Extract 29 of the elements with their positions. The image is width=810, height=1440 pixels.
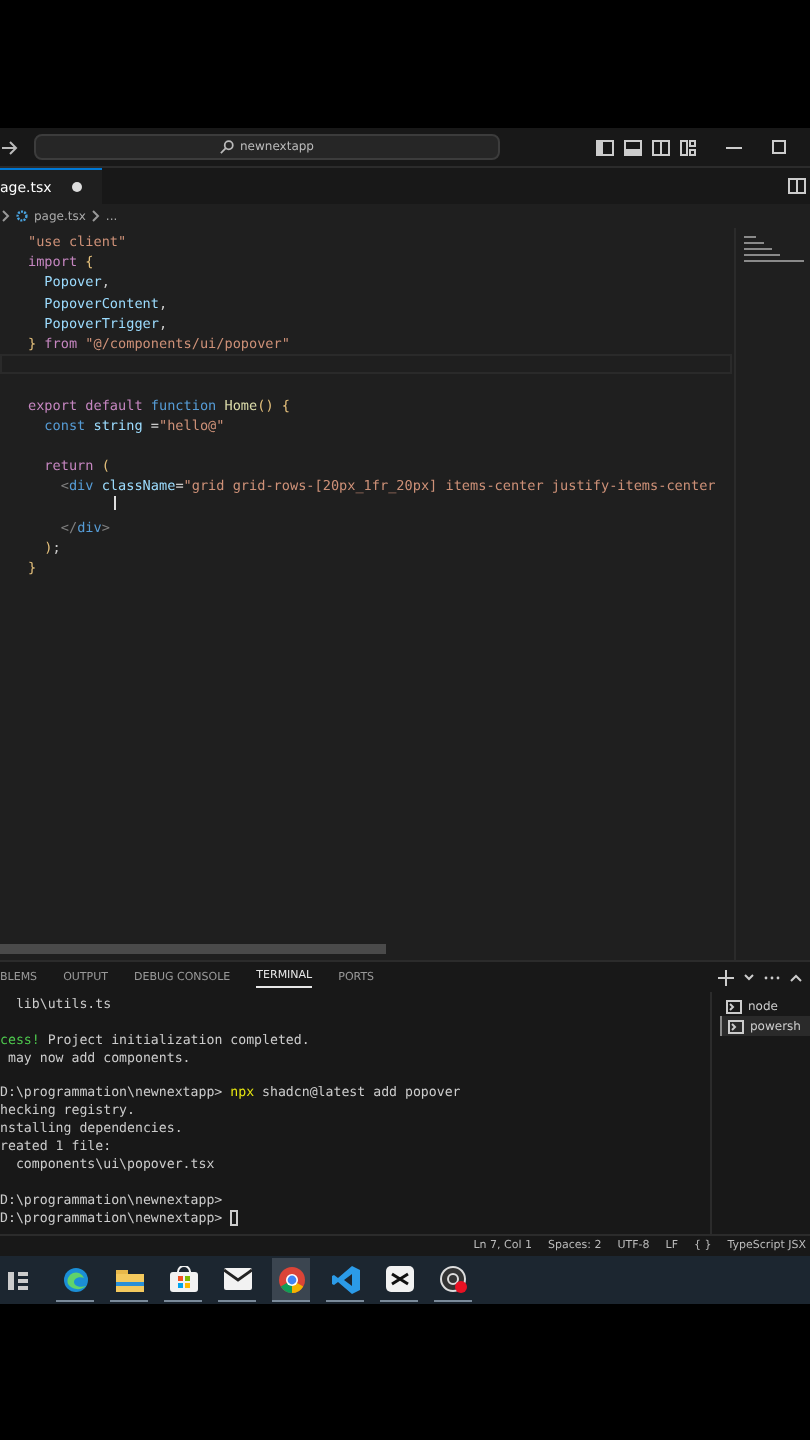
split-editor-icon[interactable]	[788, 178, 806, 194]
layout-grid-icon[interactable]	[680, 139, 696, 155]
terminal-icon	[728, 1019, 744, 1033]
panel-toggle-icon[interactable]	[624, 139, 642, 155]
chevron-icon	[91, 210, 100, 222]
task-view-icon[interactable]	[8, 1271, 28, 1289]
browser-logo-icon	[277, 1265, 305, 1293]
plus-icon[interactable]	[718, 969, 734, 985]
chevron-up-icon[interactable]	[790, 973, 802, 981]
folder-icon	[115, 1267, 143, 1291]
forward-arrow-icon[interactable]	[2, 139, 18, 155]
text-cursor-icon	[114, 496, 120, 510]
envelope-icon	[223, 1268, 251, 1290]
split-layout-icon[interactable]	[652, 139, 670, 155]
swirl-logo-icon	[61, 1265, 89, 1293]
chevron-down-icon[interactable]	[744, 973, 754, 981]
shopping-bag-icon	[169, 1266, 197, 1292]
code-editor-logo-icon	[331, 1265, 359, 1293]
search-icon	[220, 140, 234, 154]
terminal-cursor	[230, 1210, 239, 1227]
sidebar-toggle-icon[interactable]	[596, 139, 614, 155]
cross-logo-icon	[385, 1266, 413, 1292]
chrome-app-button[interactable]	[272, 1258, 310, 1302]
chevron-icon	[2, 210, 10, 222]
gear-icon	[16, 210, 28, 222]
maximize-icon[interactable]	[772, 140, 786, 154]
record-icon	[439, 1265, 467, 1293]
terminal-icon	[726, 999, 742, 1013]
horizontal-scrollbar[interactable]	[0, 944, 386, 954]
